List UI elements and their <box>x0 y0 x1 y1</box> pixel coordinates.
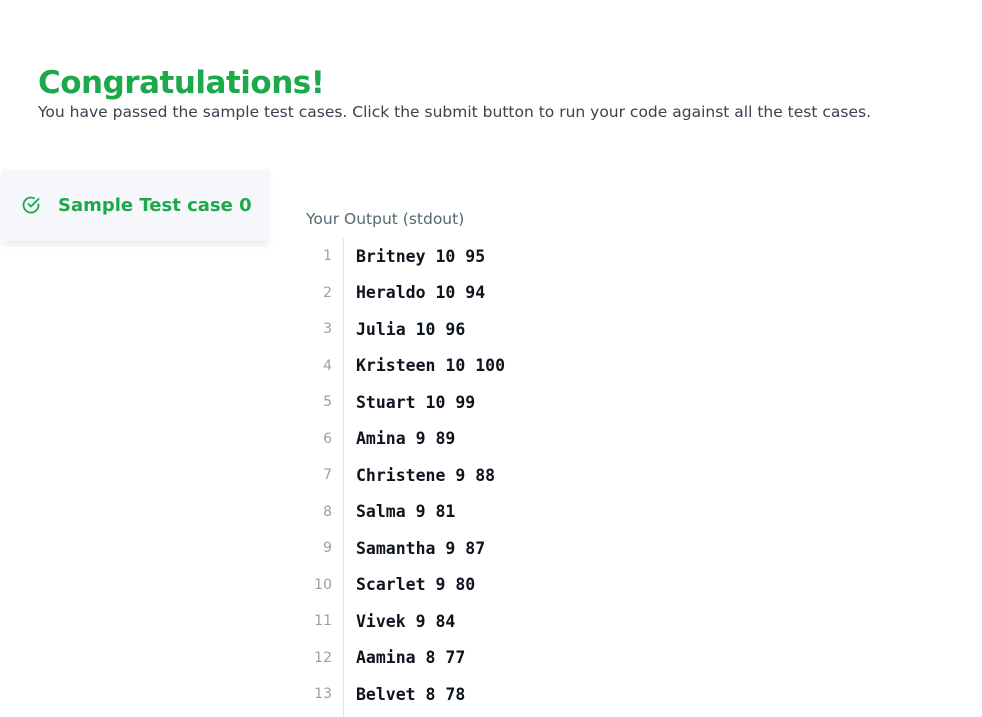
stdout-code-block[interactable]: 1 Britney 10 95 2 Heraldo 10 94 3 Julia … <box>306 238 966 717</box>
line-number: 13 <box>314 686 332 703</box>
code-line: 1 Britney 10 95 <box>306 238 966 275</box>
line-number: 8 <box>323 503 332 520</box>
line-text: Kristeen 10 100 <box>356 356 506 376</box>
output-title: Your Output (stdout) <box>306 210 465 228</box>
line-text: Samantha 9 87 <box>356 538 486 558</box>
line-number: 9 <box>323 540 332 557</box>
code-line: 11 Vivek 9 84 <box>306 603 966 640</box>
banner-title: Congratulations! <box>38 65 325 101</box>
code-line: 2 Heraldo 10 94 <box>306 275 966 312</box>
line-number: 5 <box>323 394 332 411</box>
line-text: Vivek 9 84 <box>356 611 456 631</box>
code-line: 5 Stuart 10 99 <box>306 384 966 421</box>
line-text: Britney 10 95 <box>356 246 486 266</box>
line-text: Salma 9 81 <box>356 502 456 522</box>
code-line: 3 Julia 10 96 <box>306 311 966 348</box>
line-text: Scarlet 9 80 <box>356 575 476 595</box>
code-line: 13 Belvet 8 78 <box>306 676 966 713</box>
line-text: Aamina 8 77 <box>356 648 466 668</box>
line-number: 12 <box>314 649 332 666</box>
line-number: 4 <box>323 357 332 374</box>
line-number: 10 <box>314 576 332 593</box>
line-number: 11 <box>314 613 332 630</box>
line-number: 3 <box>323 321 332 338</box>
code-line: 8 Salma 9 81 <box>306 494 966 531</box>
code-line: 12 Aamina 8 77 <box>306 640 966 677</box>
line-number: 2 <box>323 284 332 301</box>
code-line: 9 Samantha 9 87 <box>306 530 966 567</box>
line-text: Christene 9 88 <box>356 465 496 485</box>
line-number: 7 <box>323 467 332 484</box>
sidebar-item-label: Sample Test case 0 <box>58 194 252 216</box>
banner-message: You have passed the sample test cases. C… <box>38 103 872 121</box>
success-banner: Congratulations! You have passed the sam… <box>38 64 871 122</box>
code-line: 7 Christene 9 88 <box>306 457 966 494</box>
line-number: 1 <box>323 248 332 265</box>
line-text: Heraldo 10 94 <box>356 283 486 303</box>
code-line: 6 Amina 9 89 <box>306 421 966 458</box>
line-text: Belvet 8 78 <box>356 684 466 704</box>
code-line: 4 Kristeen 10 100 <box>306 348 966 385</box>
check-circle-icon <box>21 195 41 215</box>
line-number: 6 <box>323 430 332 447</box>
line-text: Stuart 10 99 <box>356 392 476 412</box>
line-text: Julia 10 96 <box>356 319 466 339</box>
code-line: 10 Scarlet 9 80 <box>306 567 966 604</box>
sidebar-item-sample-test-case-0[interactable]: Sample Test case 0 <box>2 169 269 241</box>
output-panel: Your Output (stdout) 1 Britney 10 95 2 H… <box>306 208 966 717</box>
line-text: Amina 9 89 <box>356 429 456 449</box>
